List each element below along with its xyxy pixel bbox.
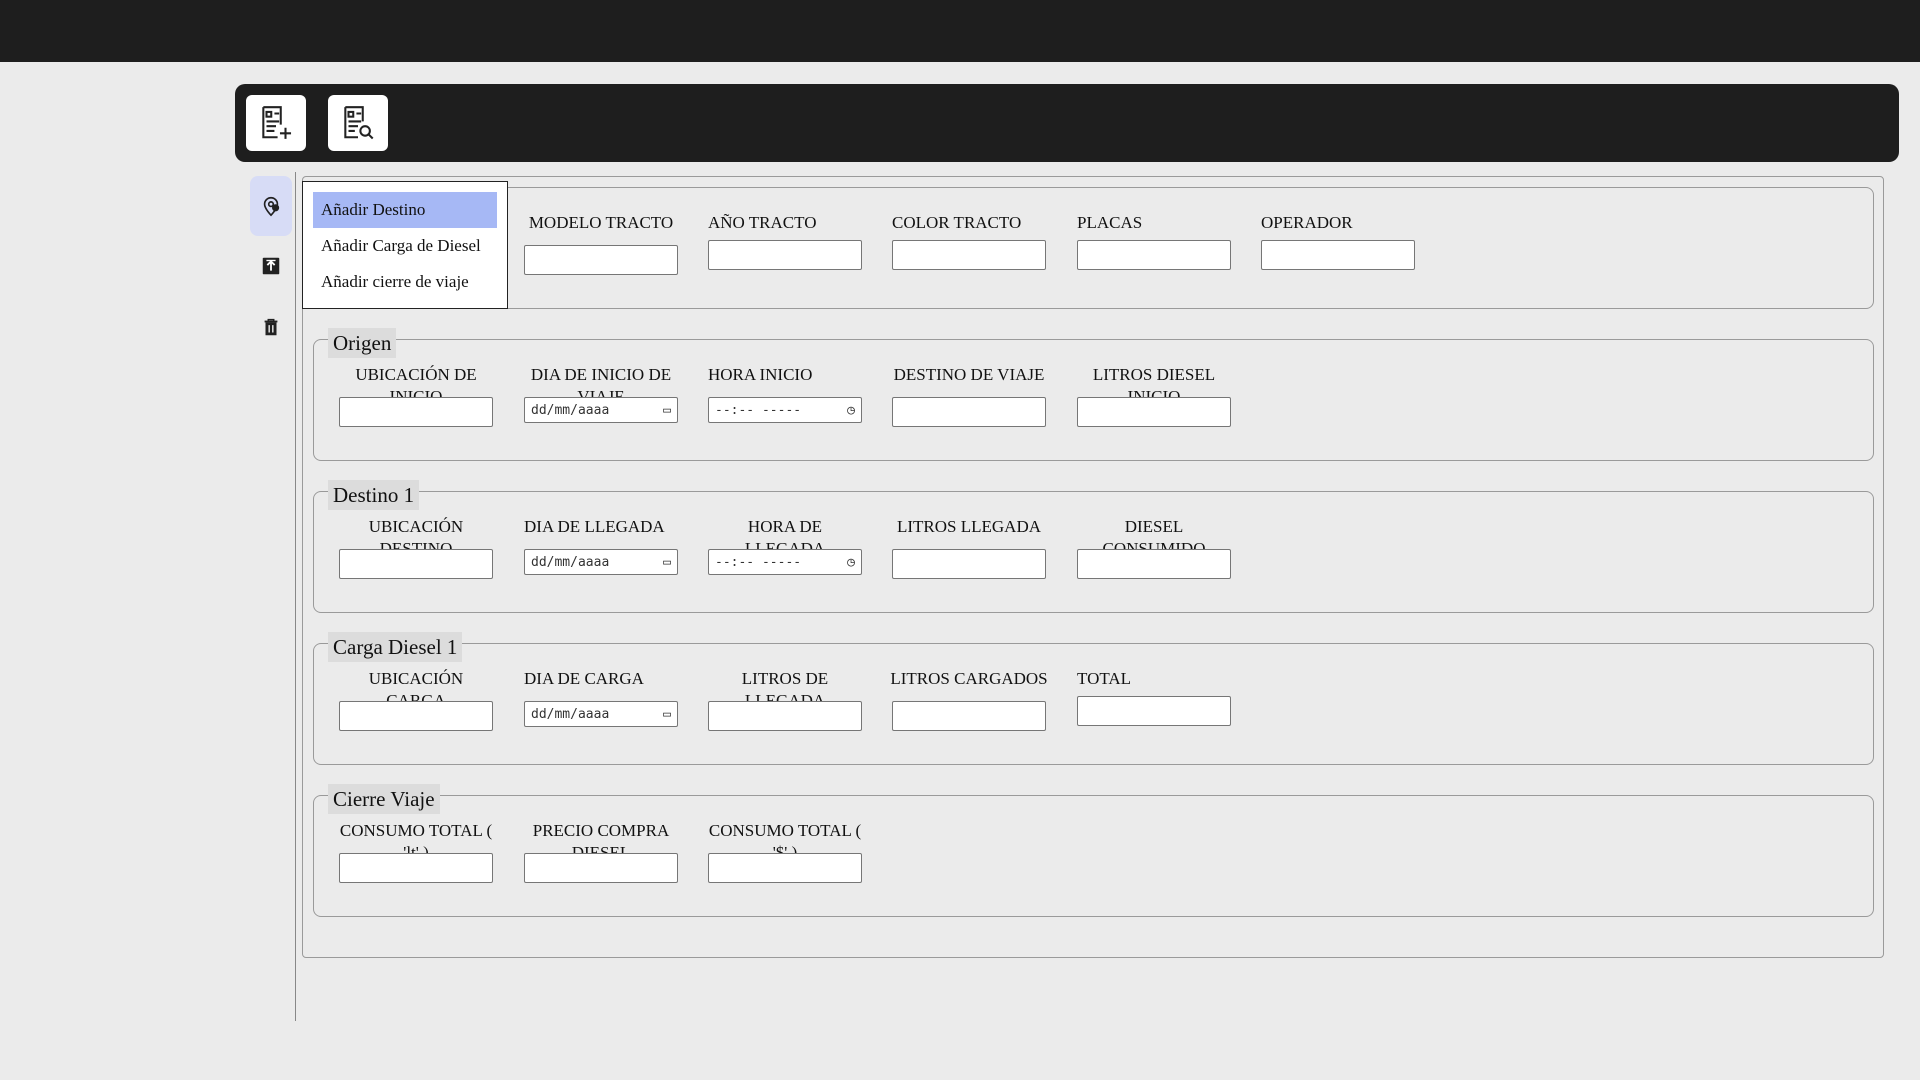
ano-tracto-input[interactable] [708,240,862,270]
field-litros-llegada: LITROS LLEGADA [890,516,1048,579]
litros-diesel-inicio-input[interactable] [1077,397,1231,427]
field-diesel-consumido: DIESEL CONSUMIDO [1075,516,1233,579]
time-value: --:-- ----- [715,402,802,418]
field-consumo-total-lt: CONSUMO TOTAL ( 'lt' ) [337,820,495,883]
clock-icon[interactable]: ◷ [847,403,855,418]
field-destino-viaje: DESTINO DE VIAJE [890,364,1048,427]
ubicacion-carga-input[interactable] [339,701,493,731]
origen-section: Origen UBICACIÓN DE INICIO DIA DE INICIO… [313,328,1874,461]
trash-icon [264,318,278,336]
search-trip-button[interactable] [328,95,388,151]
diesel-consumido-input[interactable] [1077,549,1231,579]
litros-cargados-input[interactable] [892,701,1046,731]
cierre-viaje-section: Cierre Viaje CONSUMO TOTAL ( 'lt' ) PREC… [313,784,1874,917]
field-color-tracto: COLOR TRACTO [890,212,1048,270]
consumo-total-lt-input[interactable] [339,853,493,883]
precio-compra-diesel-input[interactable] [524,853,678,883]
field-litros-de-llegada: LITROS DE LLEGADA [706,668,864,731]
color-tracto-input[interactable] [892,240,1046,270]
section-legend: Carga Diesel 1 [328,632,463,662]
upload-icon [262,257,280,275]
section-legend: Cierre Viaje [328,784,440,814]
section-legend: Destino 1 [328,480,420,510]
ubicacion-destino-input[interactable] [339,549,493,579]
field-dia-inicio: DIA DE INICIO DE VIAJE dd/mm/aaaa ▭ [522,364,680,423]
destino-section: Destino 1 UBICACIÓN DESTINO DIA DE LLEGA… [313,480,1874,613]
time-value: --:-- ----- [715,554,802,570]
add-menu-button[interactable] [250,176,292,236]
field-dia-llegada: DIA DE LLEGADA dd/mm/aaaa ▭ [522,516,680,575]
toolbar [235,84,1899,162]
total-input[interactable] [1077,696,1231,726]
date-value: dd/mm/aaaa [531,706,610,722]
field-ubicacion-carga: UBICACIÓN CARGA [337,668,495,731]
litros-de-llegada-input[interactable] [708,701,862,731]
date-value: dd/mm/aaaa [531,554,610,570]
field-placas: PLACAS [1075,212,1233,270]
hora-inicio-time-input[interactable]: --:-- ----- ◷ [708,397,862,423]
operador-input[interactable] [1261,240,1415,270]
menu-item-anadir-cierre-viaje[interactable]: Añadir cierre de viaje [313,264,497,300]
field-ano-tracto: AÑO TRACTO [706,212,864,270]
ubicacion-inicio-input[interactable] [339,397,493,427]
field-litros-diesel-inicio: LITROS DIESEL INICIO [1075,364,1233,427]
calendar-icon[interactable]: ▭ [663,555,671,570]
field-dia-carga: DIA DE CARGA dd/mm/aaaa ▭ [522,668,680,727]
field-consumo-total-dinero: CONSUMO TOTAL ( '$' ) [706,820,864,883]
section-legend: Origen [328,328,397,358]
field-litros-cargados: LITROS CARGADOS [890,668,1048,731]
field-hora-inicio: HORA INICIO --:-- ----- ◷ [706,364,864,423]
field-hora-llegada: HORA DE LLEGADA --:-- ----- ◷ [706,516,864,575]
field-ubicacion-inicio: UBICACIÓN DE INICIO [337,364,495,427]
placas-input[interactable] [1077,240,1231,270]
destino-viaje-input[interactable] [892,397,1046,427]
delete-button[interactable] [250,306,292,348]
carga-diesel-section: Carga Diesel 1 UBICACIÓN CARGA DIA DE CA… [313,632,1874,765]
upload-button[interactable] [250,245,292,287]
calendar-icon[interactable]: ▭ [663,403,671,418]
location-pin-icon [263,196,280,217]
clock-icon[interactable]: ◷ [847,555,855,570]
dia-llegada-date-input[interactable]: dd/mm/aaaa ▭ [524,549,678,575]
field-ubicacion-destino: UBICACIÓN DESTINO [337,516,495,579]
sidebar-divider [295,172,296,1021]
field-modelo-tracto: MODELO TRACTO [522,212,680,275]
menu-item-anadir-carga-diesel[interactable]: Añadir Carga de Diesel [313,228,497,264]
field-operador: OPERADOR [1259,212,1417,270]
calendar-icon[interactable]: ▭ [663,707,671,722]
field-total: TOTAL [1075,668,1233,726]
date-value: dd/mm/aaaa [531,402,610,418]
top-bar [0,0,1920,62]
add-menu-dropdown: Añadir Destino Añadir Carga de Diesel Añ… [302,181,508,309]
vehicle-section: MODELO TRACTO AÑO TRACTO COLOR TRACTO PL… [313,187,1874,309]
field-precio-compra-diesel: PRECIO COMPRA DIESEL [522,820,680,883]
litros-llegada-input[interactable] [892,549,1046,579]
dia-inicio-date-input[interactable]: dd/mm/aaaa ▭ [524,397,678,423]
menu-item-anadir-destino[interactable]: Añadir Destino [313,192,497,228]
search-document-icon [344,106,374,140]
dia-carga-date-input[interactable]: dd/mm/aaaa ▭ [524,701,678,727]
consumo-total-dinero-input[interactable] [708,853,862,883]
hora-llegada-time-input[interactable]: --:-- ----- ◷ [708,549,862,575]
new-trip-button[interactable] [246,95,306,151]
new-document-icon [262,106,292,139]
modelo-tracto-input[interactable] [524,245,678,275]
